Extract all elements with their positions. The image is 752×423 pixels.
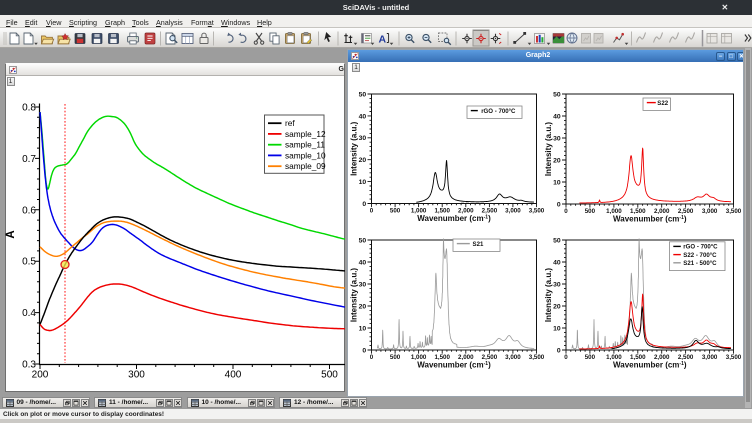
svg-text:S21: S21 (473, 241, 484, 248)
svg-text:40: 40 (359, 259, 367, 266)
svg-text:Intensity (a.u.): Intensity (a.u.) (544, 122, 553, 177)
svg-text:10: 10 (553, 325, 561, 332)
svg-text:0: 0 (557, 201, 561, 208)
svg-text:40: 40 (553, 259, 561, 266)
svg-text:500: 500 (390, 207, 401, 214)
svg-text:20: 20 (359, 303, 367, 310)
svg-text:10: 10 (359, 325, 367, 332)
svg-text:0.5: 0.5 (22, 257, 36, 268)
svg-text:20: 20 (359, 157, 367, 164)
svg-text:3,000: 3,000 (702, 354, 718, 361)
svg-text:50: 50 (553, 91, 561, 98)
svg-text:sample_10: sample_10 (285, 150, 326, 160)
svg-text:sample_11: sample_11 (285, 140, 325, 150)
svg-text:50: 50 (359, 237, 367, 244)
svg-text:0: 0 (370, 354, 374, 361)
svg-text:20: 20 (553, 157, 561, 164)
svg-text:50: 50 (359, 91, 367, 98)
svg-text:Wavenumber (cm-1): Wavenumber (cm-1) (613, 214, 687, 223)
svg-text:500: 500 (321, 370, 338, 381)
svg-text:S22: S22 (657, 100, 668, 107)
svg-text:0: 0 (362, 347, 366, 354)
svg-text:A: A (379, 34, 387, 46)
svg-text:0: 0 (564, 354, 568, 361)
svg-text:Intensity (a.u.): Intensity (a.u.) (350, 121, 359, 176)
svg-text:Intensity (a.u.): Intensity (a.u.) (350, 268, 359, 323)
svg-text:3,000: 3,000 (702, 208, 718, 215)
svg-text:3,500: 3,500 (529, 207, 545, 214)
svg-text:400: 400 (225, 370, 242, 381)
svg-text:Intensity (a.u.): Intensity (a.u.) (544, 268, 553, 323)
svg-text:ref: ref (285, 118, 295, 128)
svg-text:rGO - 700°C: rGO - 700°C (683, 244, 718, 251)
svg-text:500: 500 (585, 208, 596, 215)
svg-text:500: 500 (390, 354, 401, 361)
svg-text:rGO - 700°C: rGO - 700°C (481, 108, 516, 115)
svg-text:0: 0 (370, 207, 374, 214)
svg-text:S21 - 500°C: S21 - 500°C (683, 260, 717, 267)
svg-text:50: 50 (553, 237, 561, 244)
svg-text:3,000: 3,000 (505, 207, 521, 214)
svg-text:300: 300 (128, 370, 145, 381)
svg-text:0: 0 (564, 208, 568, 215)
svg-text:0.8: 0.8 (22, 103, 36, 114)
svg-text:sample_12: sample_12 (285, 129, 326, 139)
svg-text:0.6: 0.6 (22, 205, 36, 216)
svg-text:3,500: 3,500 (726, 354, 742, 361)
svg-text:0: 0 (557, 347, 561, 354)
svg-text:Wavenumber (cm-1): Wavenumber (cm-1) (417, 214, 491, 223)
svg-text:S22 - 700°C: S22 - 700°C (683, 252, 717, 259)
svg-text:Wavenumber (cm-1): Wavenumber (cm-1) (417, 360, 491, 369)
svg-text:0.7: 0.7 (22, 154, 36, 165)
svg-text:30: 30 (553, 281, 561, 288)
svg-text:Wavenumber (cm-1): Wavenumber (cm-1) (613, 360, 687, 369)
svg-text:A: A (5, 230, 17, 238)
svg-text:sample_09: sample_09 (285, 161, 326, 171)
svg-text:0: 0 (362, 201, 366, 208)
svg-text:200: 200 (32, 370, 49, 381)
svg-text:40: 40 (553, 113, 561, 120)
svg-text:500: 500 (585, 354, 596, 361)
svg-text:10: 10 (553, 179, 561, 186)
svg-text:20: 20 (553, 303, 561, 310)
svg-text:0.4: 0.4 (22, 308, 36, 319)
svg-text:10: 10 (359, 179, 367, 186)
svg-text:3,000: 3,000 (505, 354, 521, 361)
svg-text:40: 40 (359, 113, 367, 120)
svg-text:30: 30 (359, 135, 367, 142)
svg-text:30: 30 (553, 135, 561, 142)
svg-text:30: 30 (359, 281, 367, 288)
svg-text:3,500: 3,500 (529, 354, 545, 361)
svg-text:3,500: 3,500 (726, 208, 742, 215)
